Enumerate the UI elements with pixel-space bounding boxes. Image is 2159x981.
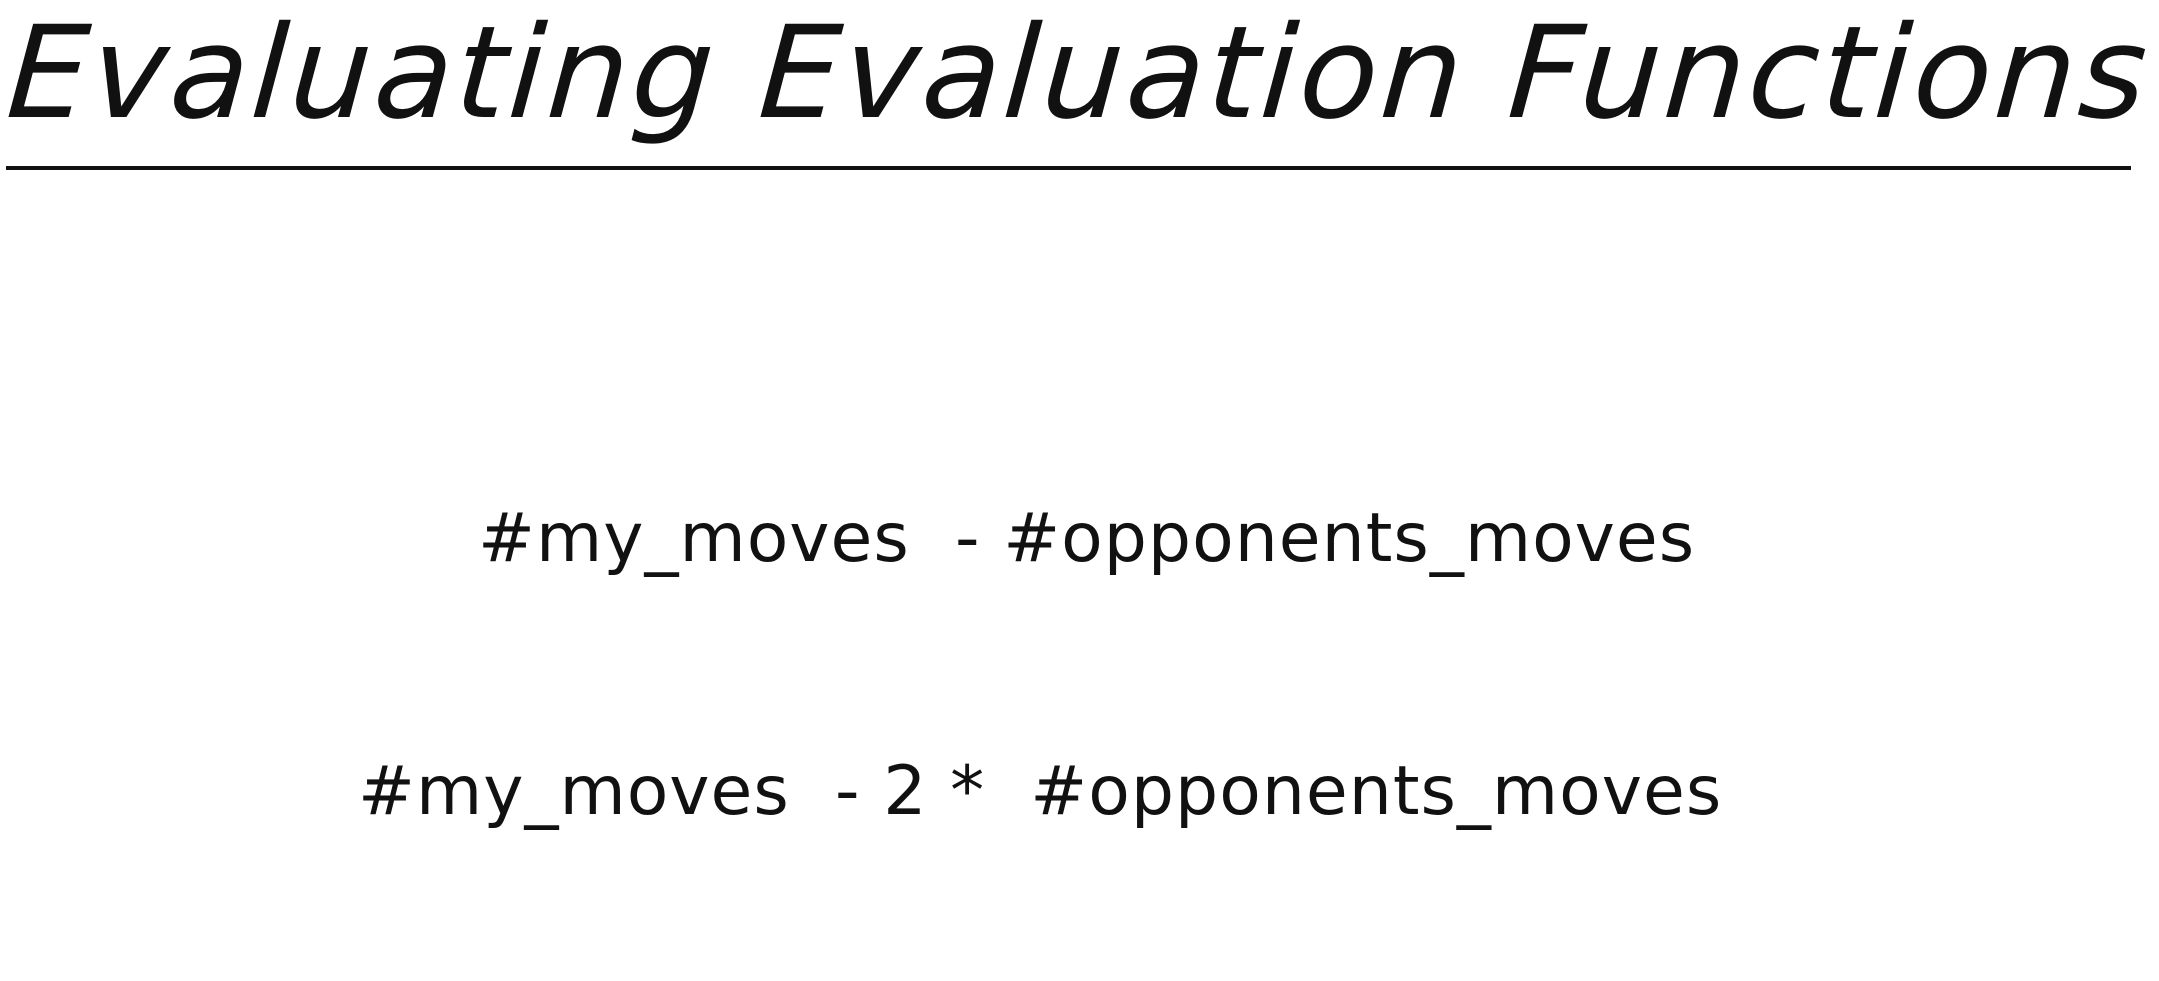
whiteboard-slide: Evaluating Evaluation Functions #my_move…: [0, 0, 2159, 981]
evaluation-formula-1: #my_moves - #opponents_moves: [478, 499, 1696, 578]
evaluation-formula-2: #my_moves - 2 * #opponents_moves: [358, 752, 1723, 831]
slide-title: Evaluating Evaluation Functions: [2, 0, 2155, 148]
title-underline: [6, 166, 2131, 170]
